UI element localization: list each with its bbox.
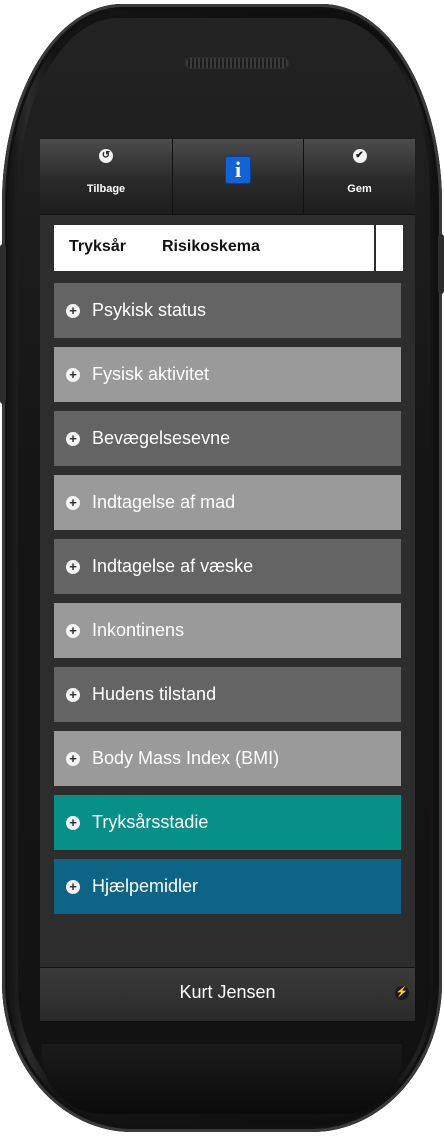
expand-plus-icon: + <box>66 879 80 894</box>
section-label: Hudens tilstand <box>92 684 217 704</box>
section-item-bevaegelsesevne[interactable]: + Bevægelsesevne <box>54 411 401 466</box>
phone-frame: ↺ Tilbage i ✔ Gem Tryksår Risikoskema + … <box>0 4 444 1132</box>
section-item-bmi[interactable]: + Body Mass Index (BMI) <box>54 731 401 786</box>
info-button[interactable]: i <box>173 139 304 214</box>
back-button[interactable]: ↺ Tilbage <box>40 139 173 214</box>
section-item-hjaelpemidler[interactable]: + Hjælpemidler <box>54 859 401 914</box>
patient-name: Kurt Jensen <box>179 982 276 1002</box>
section-item-indtagelse-af-mad[interactable]: + Indtagelse af mad <box>54 475 401 530</box>
save-label: Gem <box>347 183 372 195</box>
toolbar: ↺ Tilbage i ✔ Gem <box>40 139 415 215</box>
section-label: Hjælpemidler <box>92 876 199 896</box>
expand-plus-icon: + <box>66 623 80 638</box>
section-label: Bevægelsesevne <box>92 428 231 448</box>
info-icon: i <box>226 157 250 183</box>
section-item-tryksaarsstadie[interactable]: + Tryksårsstadie <box>54 795 401 850</box>
expand-plus-icon: + <box>66 495 80 510</box>
section-item-hudens-tilstand[interactable]: + Hudens tilstand <box>54 667 401 722</box>
expand-plus-icon: + <box>66 559 80 574</box>
expand-plus-icon: + <box>66 751 80 766</box>
expand-plus-icon: + <box>66 367 80 382</box>
volume-button <box>0 244 6 404</box>
form-subtitle: Risikoskema <box>162 238 260 255</box>
app-screen: ↺ Tilbage i ✔ Gem Tryksår Risikoskema + … <box>40 139 415 1021</box>
back-label: Tilbage <box>86 183 126 195</box>
bottom-bezel <box>42 1044 402 1114</box>
form-header: Tryksår Risikoskema <box>54 225 374 271</box>
section-item-indtagelse-af-vaeske[interactable]: + Indtagelse af væske <box>54 539 401 594</box>
check-icon: ✔ <box>352 149 367 163</box>
form-title: Tryksår <box>69 238 126 255</box>
header-status-box <box>376 225 403 271</box>
expand-plus-icon: + <box>66 687 80 702</box>
speaker-grille <box>186 58 288 68</box>
section-label: Indtagelse af væske <box>92 556 254 576</box>
section-item-fysisk-aktivitet[interactable]: + Fysisk aktivitet <box>54 347 401 402</box>
section-item-inkontinens[interactable]: + Inkontinens <box>54 603 401 658</box>
section-label: Fysisk aktivitet <box>92 364 210 384</box>
expand-plus-icon: + <box>66 815 80 830</box>
expand-plus-icon: + <box>66 303 80 318</box>
save-button[interactable]: ✔ Gem <box>304 139 415 214</box>
section-item-psykisk-status[interactable]: + Psykisk status <box>54 283 401 338</box>
section-label: Tryksårsstadie <box>92 812 209 832</box>
section-label: Psykisk status <box>92 300 207 320</box>
patient-footer: Kurt Jensen ⚡ <box>40 967 415 1021</box>
back-icon: ↺ <box>99 149 113 163</box>
power-button <box>438 234 444 294</box>
section-label: Body Mass Index (BMI) <box>92 748 280 768</box>
section-label: Inkontinens <box>92 620 185 640</box>
expand-plus-icon: + <box>66 431 80 446</box>
lightning-icon[interactable]: ⚡ <box>395 986 409 1000</box>
section-label: Indtagelse af mad <box>92 492 236 512</box>
section-list: + Psykisk status + Fysisk aktivitet + Be… <box>54 283 401 923</box>
